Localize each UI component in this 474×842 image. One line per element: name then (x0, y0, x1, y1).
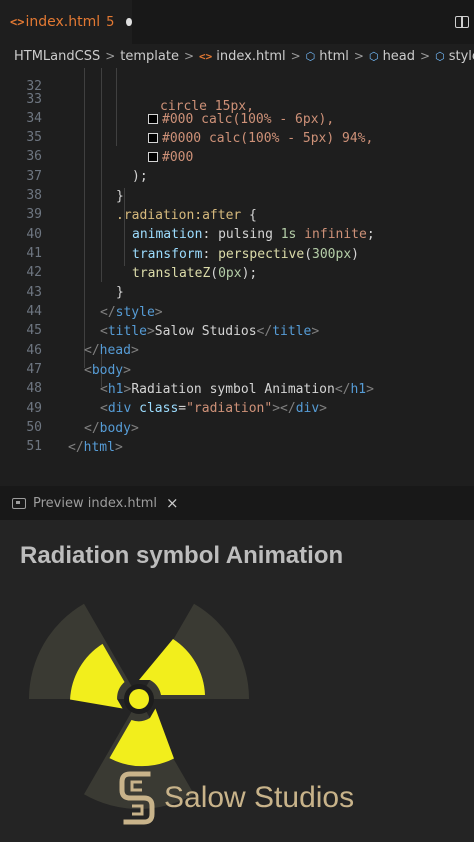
code-line: 44 <title>Salow Studios</title> (0, 283, 474, 338)
html-tag: html (83, 439, 115, 455)
code-editor[interactable]: 32 circle 15px, 33 #000 calc(100% - 6px)… (0, 68, 474, 468)
breadcrumb-item-style[interactable]: style (449, 49, 474, 64)
editor-tab-bar: <> index.html 5 (0, 0, 474, 44)
code-line: 49 </body> (0, 380, 474, 435)
code-token: </ (68, 439, 84, 455)
breadcrumb-item-head[interactable]: head (383, 49, 415, 64)
preview-icon (12, 497, 26, 509)
chevron-right-icon: > (420, 49, 431, 63)
cube-icon: ⬡ (435, 49, 445, 63)
line-number: 51 (26, 439, 42, 455)
preview-pane: Radiation symbol Animation Salow Studios (0, 520, 474, 842)
code-line: 39 animation: pulsing 1s infinite; (0, 186, 474, 241)
salow-studios-logo-icon (119, 771, 155, 825)
radiation-center (129, 689, 149, 709)
preview-tab-label[interactable]: Preview index.html (33, 496, 157, 511)
breadcrumb-item-file[interactable]: index.html (216, 49, 285, 64)
cube-icon: ⬡ (305, 49, 316, 63)
breadcrumb: HTMLandCSS > template > <> index.html > ⬡… (0, 44, 474, 68)
code-line: 36 ); (0, 128, 474, 183)
tab-filename: index.html (25, 14, 101, 30)
chevron-right-icon: > (290, 49, 301, 63)
split-editor-icon[interactable] (455, 16, 469, 28)
code-token: > (114, 439, 123, 455)
code-line: 47 <h1>Radiation symbol Animation</h1> (0, 341, 474, 396)
breadcrumb-item-template[interactable]: template (120, 49, 179, 64)
preview-heading: Radiation symbol Animation (20, 542, 344, 569)
breadcrumb-item-folder[interactable]: HTMLandCSS (14, 49, 100, 64)
code-line: 40 transform: perspective(300px) (0, 206, 474, 261)
code-line: 35 #000 (0, 109, 474, 164)
code-line: 50 </html> (0, 399, 474, 454)
code-line: 43 </style> (0, 264, 474, 319)
code-line: 42 } (0, 244, 474, 299)
code-line: 34 #0000 calc(100% - 5px) 94%, (0, 90, 474, 145)
code-line: 38 .radiation:after { (0, 167, 474, 222)
breadcrumb-item-html[interactable]: html (319, 49, 349, 64)
chevron-right-icon: > (353, 49, 364, 63)
close-icon[interactable]: × (166, 494, 179, 512)
chevron-right-icon: > (183, 49, 195, 63)
code-line: 45 </head> (0, 302, 474, 357)
code-line: 41 translateZ(0px); (0, 225, 474, 280)
code-line: 48 <div class="radiation"></div> (0, 360, 474, 415)
cube-icon: ⬡ (368, 49, 379, 63)
code-line: 37 } (0, 148, 474, 203)
watermark-text: Salow Studios (164, 781, 355, 814)
html-file-icon: <> (10, 15, 25, 29)
unsaved-dot-icon[interactable] (126, 18, 132, 26)
code-line: 33 #000 calc(100% - 6px), (0, 71, 474, 126)
code-line: 46 <body> (0, 322, 474, 377)
code-line: 51 (0, 418, 474, 454)
preview-tab-bar: Preview index.html × (0, 486, 474, 520)
tab-problem-count: 5 (106, 14, 115, 30)
watermark-logo: Salow Studios (118, 768, 354, 828)
tab-index-html[interactable]: <> index.html 5 (0, 0, 132, 44)
chevron-right-icon: > (105, 49, 116, 63)
code-icon: <> (199, 49, 213, 63)
